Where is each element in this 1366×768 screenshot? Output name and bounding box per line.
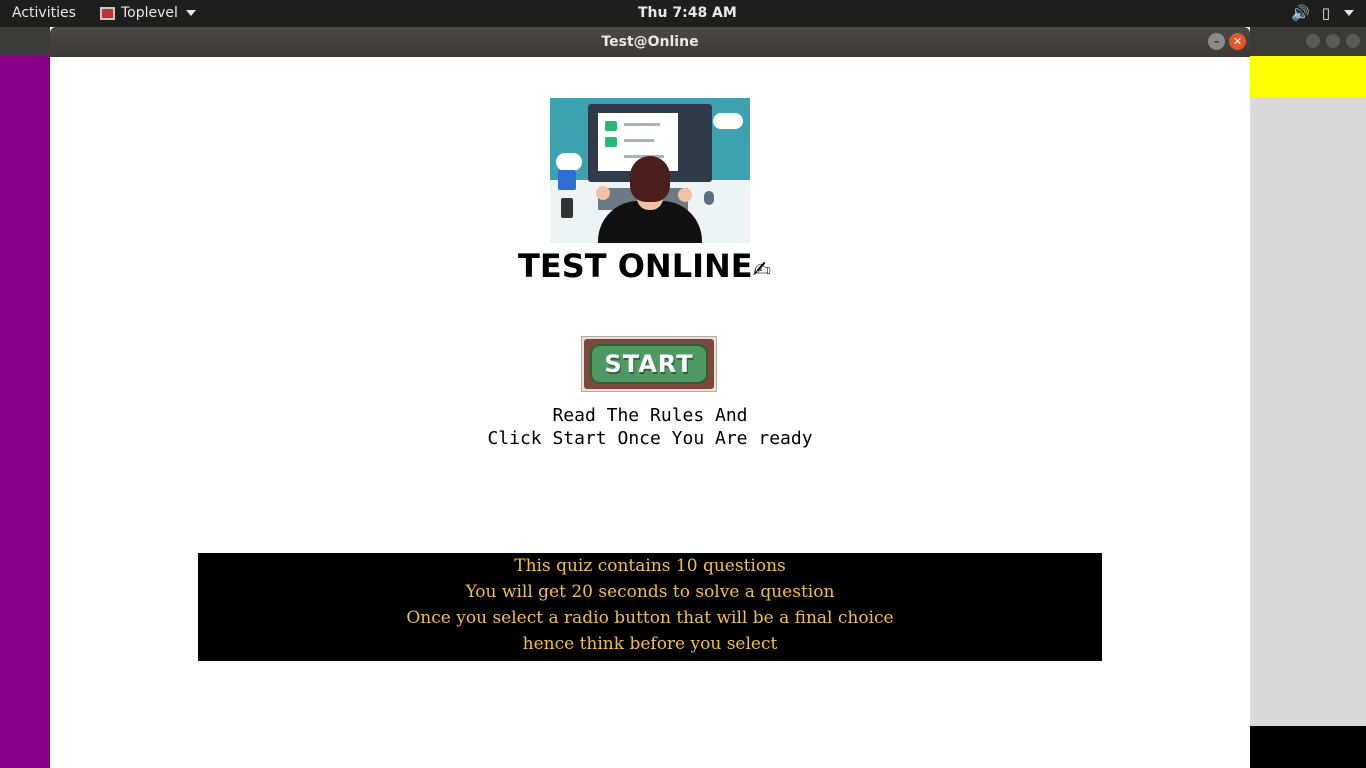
volume-icon[interactable]: 🔊 [1291, 4, 1310, 22]
background-black-bar [1250, 726, 1366, 768]
app-window: Test@Online – ✕ TEST ONLINE✍ START Read … [50, 27, 1250, 768]
instructions-line: Read The Rules And [552, 405, 748, 426]
chevron-down-icon[interactable] [1344, 10, 1354, 16]
clock[interactable]: Thu 7:48 AM [638, 5, 737, 21]
battery-icon[interactable]: ▯ [1322, 4, 1330, 22]
maximize-icon[interactable] [1326, 34, 1340, 48]
close-icon[interactable] [1346, 34, 1360, 48]
rule-item: hence think before you select [522, 634, 778, 654]
instructions-line: Click Start Once You Are ready [487, 428, 813, 449]
window-titlebar[interactable]: Test@Online – ✕ [50, 27, 1250, 57]
system-tray[interactable]: 🔊 ▯ [1291, 4, 1354, 22]
main-content: TEST ONLINE✍ START Read The Rules And Cl… [50, 57, 1250, 768]
page-title-text: TEST ONLINE [518, 247, 753, 285]
close-button[interactable]: ✕ [1229, 33, 1246, 50]
background-window-titlebar [0, 27, 50, 56]
minimize-button[interactable]: – [1208, 33, 1225, 50]
rules-panel: This quiz contains 10 questions You will… [198, 553, 1102, 661]
rule-item: You will get 20 seconds to solve a quest… [465, 582, 835, 602]
rule-item: This quiz contains 10 questions [514, 556, 786, 576]
minimize-icon[interactable] [1306, 34, 1320, 48]
window-title: Test@Online [601, 34, 699, 50]
background-window [1250, 27, 1366, 768]
start-button-label: START [590, 344, 708, 384]
background-window-titlebar [1250, 27, 1366, 56]
activities-button[interactable]: Activities [12, 5, 76, 21]
instructions-text: Read The Rules And Click Start Once You … [350, 404, 950, 450]
app-icon [100, 6, 115, 20]
background-yellow-bar [1250, 56, 1366, 97]
app-menu-label: Toplevel [121, 5, 178, 21]
test-online-illustration [550, 98, 750, 243]
page-title: TEST ONLINE✍ [518, 247, 782, 287]
chevron-down-icon [185, 10, 196, 16]
rule-item: Once you select a radio button that will… [406, 608, 894, 628]
desktop-background [0, 56, 50, 768]
start-button[interactable]: START [581, 336, 717, 392]
top-panel: Activities Toplevel Thu 7:48 AM 🔊 ▯ [0, 0, 1366, 27]
writing-hand-icon: ✍ [752, 258, 772, 283]
app-menu[interactable]: Toplevel [100, 5, 196, 21]
